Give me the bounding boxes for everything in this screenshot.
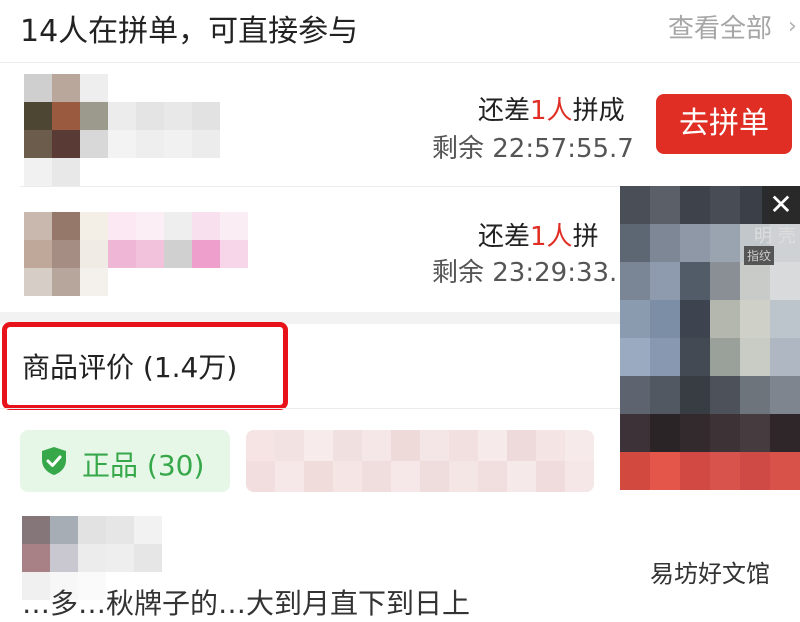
missing-count-text: 还差1人拼成: [478, 96, 625, 126]
review-tag-blurred[interactable]: [246, 430, 594, 492]
missing-count-text: 还差1人拼: [478, 222, 599, 252]
review-tag-genuine[interactable]: 正品 (30): [20, 430, 230, 492]
user-name-blur: [108, 102, 220, 158]
remaining-time: 剩余 23:29:33.: [432, 258, 618, 288]
highlight-annotation: [2, 322, 288, 410]
video-label: 指纹: [744, 246, 775, 265]
group-buy-title: 14人在拼单，可直接参与: [20, 14, 359, 49]
divider: [0, 62, 800, 63]
review-tag-label: 正品 (30): [82, 449, 205, 482]
view-all-link[interactable]: 查看全部: [668, 8, 772, 45]
join-group-button[interactable]: 去拼单: [656, 94, 792, 154]
user-avatar: [24, 74, 108, 186]
video-caption: 明 壳: [754, 226, 796, 247]
review-text: …多…秋牌子的…大到月直下到日上: [22, 587, 471, 620]
group-buy-header: 14人在拼单，可直接参与 查看全部 ›: [0, 0, 800, 56]
shield-check-icon: [40, 446, 68, 480]
close-video-button[interactable]: ✕: [762, 186, 800, 224]
chevron-right-icon[interactable]: ›: [788, 14, 797, 39]
watermark: 易坊好文馆: [650, 560, 770, 588]
user-name-blur: [108, 212, 248, 268]
user-avatar: [24, 212, 108, 296]
remaining-time: 剩余 22:57:55.7: [432, 134, 634, 164]
